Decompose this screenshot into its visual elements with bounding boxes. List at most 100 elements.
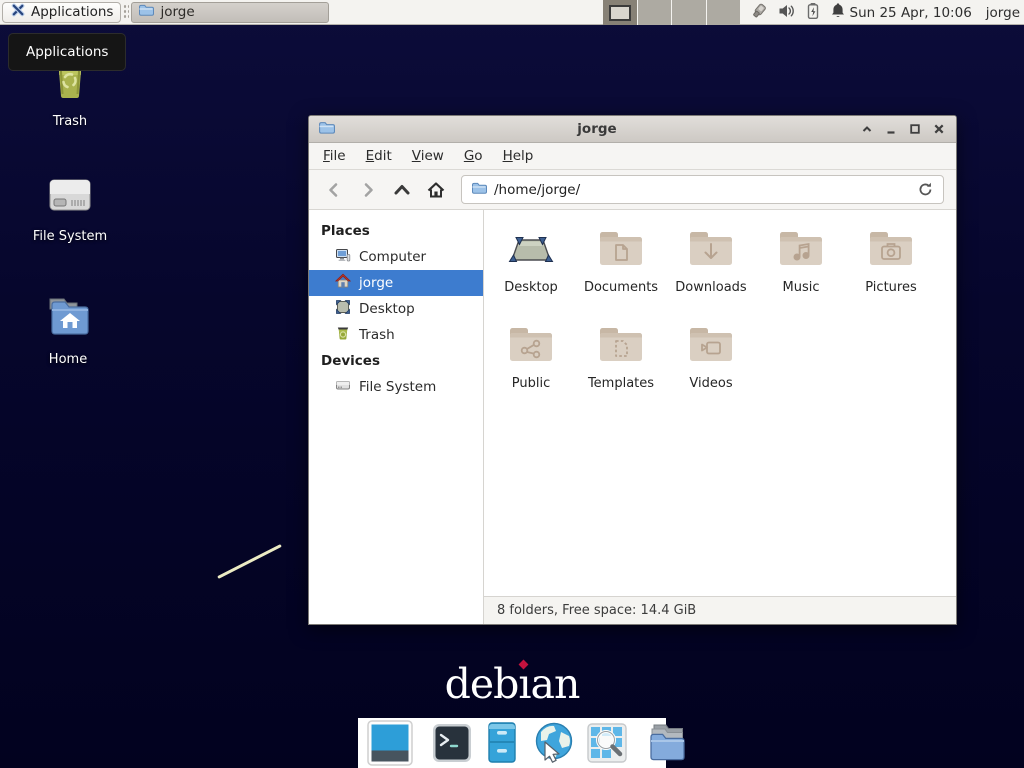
up-button[interactable] xyxy=(385,174,419,206)
file-label: Public xyxy=(512,376,550,391)
file-cabinet-icon[interactable] xyxy=(482,721,522,765)
window-folder-icon xyxy=(318,119,335,140)
file-item-pictures[interactable]: Pictures xyxy=(846,226,936,322)
drive-small-icon xyxy=(335,377,351,397)
file-manager-window: jorge File Edit View Go Help xyxy=(308,115,957,625)
close-button[interactable] xyxy=(931,121,947,137)
clock[interactable]: Sun 25 Apr, 10:06 xyxy=(850,5,972,21)
sidebar-item-label: Trash xyxy=(359,327,395,343)
file-label: Templates xyxy=(588,376,654,391)
home-folder-icon xyxy=(20,293,116,345)
file-view[interactable]: Desktop Documents xyxy=(484,210,956,596)
file-item-downloads[interactable]: Downloads xyxy=(666,226,756,322)
battery-icon[interactable] xyxy=(805,2,821,24)
file-item-videos[interactable]: Videos xyxy=(666,322,756,418)
bottom-dock xyxy=(358,718,666,768)
sidebar-item-desktop[interactable]: Desktop xyxy=(309,296,483,322)
shade-button[interactable] xyxy=(859,121,875,137)
desktop-icon-label: File System xyxy=(22,229,118,244)
templates-folder-icon xyxy=(597,324,645,368)
menubar: File Edit View Go Help xyxy=(309,143,956,170)
desktop-icon-file-system[interactable]: File System xyxy=(22,172,118,244)
location-bar[interactable]: /home/jorge/ xyxy=(461,175,944,204)
sidebar-item-jorge[interactable]: jorge xyxy=(309,270,483,296)
home-button[interactable] xyxy=(419,174,453,206)
sidebar-item-label: jorge xyxy=(359,275,393,291)
applications-tooltip: Applications xyxy=(8,33,126,71)
workspace-switcher xyxy=(603,0,740,25)
terminal-icon[interactable] xyxy=(431,722,473,764)
file-item-desktop[interactable]: Desktop xyxy=(486,226,576,322)
web-browser-icon[interactable] xyxy=(531,720,577,766)
main-column: Desktop Documents xyxy=(484,210,956,624)
app-finder-icon[interactable] xyxy=(586,722,628,764)
notifications-bell-icon[interactable] xyxy=(830,2,846,23)
menu-help[interactable]: Help xyxy=(493,143,544,169)
folder-stack-icon[interactable] xyxy=(646,721,692,765)
desktop-icon-label: Trash xyxy=(22,114,118,129)
maximize-button[interactable] xyxy=(907,121,923,137)
applications-tooltip-text: Applications xyxy=(26,44,108,60)
back-button[interactable] xyxy=(317,174,351,206)
public-folder-icon xyxy=(507,324,555,368)
file-item-music[interactable]: Music xyxy=(756,226,846,322)
menu-edit[interactable]: Edit xyxy=(356,143,402,169)
applications-menu-label: Applications xyxy=(31,4,113,20)
window-controls xyxy=(859,121,947,137)
file-label: Desktop xyxy=(504,280,558,295)
desktop-icon-label: Home xyxy=(20,352,116,367)
sidebar-header-places: Places xyxy=(309,218,483,244)
computer-icon xyxy=(335,247,351,267)
panel-handle[interactable] xyxy=(123,4,129,20)
workspace-3[interactable] xyxy=(672,0,707,25)
folder-icon xyxy=(138,2,154,22)
menu-file[interactable]: File xyxy=(313,143,356,169)
xfce-logo-icon xyxy=(10,2,26,22)
menu-go[interactable]: Go xyxy=(454,143,493,169)
workspace-2[interactable] xyxy=(638,0,673,25)
sidebar-header-devices: Devices xyxy=(309,348,483,374)
workspace-1[interactable] xyxy=(603,0,638,25)
sidebar-item-label: Computer xyxy=(359,249,426,265)
location-path[interactable]: /home/jorge/ xyxy=(494,182,580,198)
file-item-public[interactable]: Public xyxy=(486,322,576,418)
applications-menu-button[interactable]: Applications xyxy=(2,2,121,23)
removable-device-icon[interactable] xyxy=(749,2,769,24)
workspace-4[interactable] xyxy=(707,0,741,25)
logo-text-post: an xyxy=(531,660,580,708)
debian-logo: debıan xyxy=(0,660,1024,708)
hard-drive-icon xyxy=(22,172,118,222)
desktop-folder-icon xyxy=(507,228,555,272)
desktop-scratch-line xyxy=(217,544,282,579)
minimize-button[interactable] xyxy=(883,121,899,137)
desktop-small-icon xyxy=(335,299,351,319)
menu-view[interactable]: View xyxy=(402,143,454,169)
user-home-icon xyxy=(335,273,351,293)
desktop-preview-icon[interactable] xyxy=(367,720,413,766)
system-tray xyxy=(749,0,846,25)
file-label: Documents xyxy=(584,280,658,295)
file-label: Pictures xyxy=(865,280,916,295)
top-panel: Applications jorge xyxy=(0,0,1024,25)
reload-icon[interactable] xyxy=(917,181,934,198)
downloads-folder-icon xyxy=(687,228,735,272)
documents-folder-icon xyxy=(597,228,645,272)
music-folder-icon xyxy=(777,228,825,272)
sidebar-item-file-system[interactable]: File System xyxy=(309,374,483,400)
sidebar-item-computer[interactable]: Computer xyxy=(309,244,483,270)
path-folder-icon xyxy=(471,180,487,200)
file-label: Music xyxy=(783,280,820,295)
sidebar-item-trash[interactable]: Trash xyxy=(309,322,483,348)
username-display: jorge xyxy=(986,5,1020,21)
panel-right-section: Sun 25 Apr, 10:06 jorge xyxy=(850,0,1021,25)
file-item-documents[interactable]: Documents xyxy=(576,226,666,322)
window-content: Places Computer xyxy=(309,210,956,624)
file-label: Downloads xyxy=(675,280,746,295)
desktop-icon-home[interactable]: Home xyxy=(20,293,116,367)
volume-icon[interactable] xyxy=(778,3,796,23)
toolbar: /home/jorge/ xyxy=(309,170,956,210)
taskbar-window-button[interactable]: jorge xyxy=(131,2,329,23)
file-item-templates[interactable]: Templates xyxy=(576,322,666,418)
titlebar[interactable]: jorge xyxy=(309,116,956,143)
forward-button[interactable] xyxy=(351,174,385,206)
